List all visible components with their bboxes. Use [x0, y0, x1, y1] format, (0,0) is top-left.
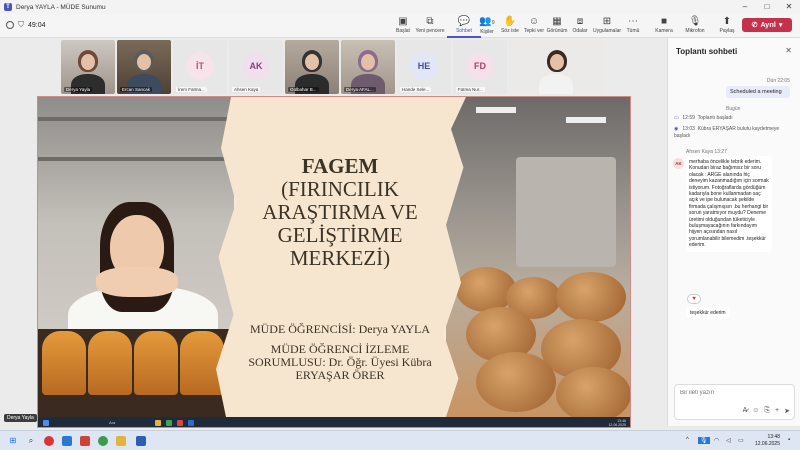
shield-icon: ⛉: [18, 20, 24, 29]
recording-icon: ◉: [674, 126, 679, 132]
edge-icon[interactable]: [62, 436, 72, 446]
attach-icon[interactable]: ⎘: [764, 407, 770, 415]
message-compose-box: A̷ ☺ ⎘ + ➤: [674, 384, 795, 420]
share-icon: ⬆: [722, 16, 732, 27]
chat-message: teşekkür ederim: [686, 307, 730, 319]
my-message: Scheduled a meeting: [726, 86, 790, 98]
phone-icon: ✆: [751, 22, 758, 29]
camera-icon: ■: [660, 16, 668, 27]
windows-taskbar: ⊞ ⌕ ^ 🎙 ◠ ◁ ▭ 13:48 12.06.2025 ▪: [0, 430, 800, 450]
chat-header: Toplantı sohbeti: [676, 47, 738, 56]
heart-reaction-icon[interactable]: ♥: [687, 294, 701, 304]
participant-tile[interactable]: HE Hande Sele...: [397, 40, 451, 94]
event-meeting-started: ▭ 12:59 Toplantı başladı: [674, 115, 733, 121]
participant-tile[interactable]: Gülbahar B...: [285, 40, 339, 94]
meeting-chat-panel: Toplantı sohbeti ✕ Dün 22:05 Scheduled a…: [667, 38, 800, 426]
participant-tile[interactable]: Derya Yayla: [61, 40, 115, 94]
avatar: AK: [242, 52, 270, 80]
participant-tile[interactable]: [509, 40, 605, 94]
participant-tile[interactable]: FD Fatma Nur...: [453, 40, 507, 94]
maximize-button[interactable]: □: [756, 0, 778, 14]
slide-photo-bakery: [446, 97, 630, 422]
close-icon[interactable]: ✕: [785, 46, 792, 55]
word-icon[interactable]: [136, 436, 146, 446]
wifi-icon[interactable]: ◠: [714, 437, 719, 444]
chevron-up-icon[interactable]: ^: [686, 437, 689, 443]
start-icon: [43, 419, 49, 426]
calendar-icon: ▭: [674, 115, 679, 121]
search-text: Ara: [109, 420, 116, 425]
event-recording-started: ◉ 13:03 Kübra ERYAŞAR bulutu kaydetmeye …: [674, 126, 780, 139]
teams-app-icon: T: [4, 3, 12, 11]
new-window-icon: ⧉: [426, 16, 434, 27]
more-icon: ⋯: [628, 16, 638, 27]
title-bar: T Derya YAYLA - MÜDE Sunumu – □ ✕: [0, 0, 800, 14]
shared-taskbar: Ara 13:46 12.06.2025: [38, 417, 630, 427]
battery-icon[interactable]: ▭: [738, 437, 744, 444]
meeting-timer: ⛉ 49:04: [6, 20, 46, 30]
window-title: Derya YAYLA - MÜDE Sunumu: [16, 3, 106, 11]
slide-responsible: MÜDE ÖĞRENCİ İZLEME SORUMLUSU: Dr. Öğr. …: [248, 342, 432, 382]
camera-button[interactable]: ■ Kamera: [647, 16, 681, 35]
participant-tile[interactable]: Derya AFAL...: [341, 40, 395, 94]
chrome-icon[interactable]: [98, 436, 108, 446]
presenter-name-badge: Derya Yayla: [4, 414, 37, 422]
leave-button[interactable]: ✆ Ayrıl ▾: [742, 18, 792, 32]
participant-tile[interactable]: İT İrem Fatma...: [173, 40, 227, 94]
mic-icon[interactable]: 🎙: [698, 437, 710, 444]
day-separator: Bugün: [726, 106, 741, 112]
file-explorer-icon[interactable]: [116, 436, 126, 446]
meeting-toolbar: ⛉ 49:04 ▣ Başlat ⧉ Yeni pencere 💬 Sohbet 👥9…: [0, 14, 800, 38]
share-button[interactable]: ⬆ Paylaş: [710, 16, 744, 35]
shared-screen: FAGEM (FIRINCILIK ARAŞTIRMA VE GELİŞTİRM…: [37, 96, 631, 428]
timer-text: 49:04: [28, 21, 46, 29]
message-meta: Dün 22:05: [766, 78, 790, 84]
app-icon[interactable]: [44, 436, 54, 446]
emoji-icon[interactable]: ☺: [752, 407, 759, 415]
message-input[interactable]: [675, 385, 785, 401]
windows-start-icon[interactable]: ⊞: [8, 436, 18, 446]
new-window-button[interactable]: ⧉ Yeni pencere: [413, 16, 447, 35]
clock[interactable]: 13:48 12.06.2025: [755, 434, 780, 448]
plus-icon[interactable]: +: [775, 407, 779, 415]
chat-message: merhaba öncelikle tebrik ederim. Konudan…: [686, 156, 772, 252]
sender-meta: Ahsen Kaya 13:27: [686, 149, 727, 155]
send-icon[interactable]: ➤: [784, 407, 790, 415]
avatar: FD: [466, 52, 494, 80]
slide-title: FAGEM (FIRINCILIK ARAŞTIRMA VE GELİŞTİRM…: [262, 154, 418, 270]
notification-icon[interactable]: ▪: [788, 437, 790, 443]
app-icon[interactable]: [80, 436, 90, 446]
avatar: HE: [410, 52, 438, 80]
chevron-down-icon: ▾: [778, 22, 783, 29]
avatar: İT: [186, 52, 214, 80]
avatar: AK: [673, 158, 684, 169]
recording-indicator-icon: [6, 21, 14, 29]
minimize-button[interactable]: –: [734, 0, 756, 14]
mic-icon: 🎙: [688, 16, 702, 27]
more-button[interactable]: ⋯ Tümü: [616, 16, 650, 35]
participant-tile[interactable]: Ercan Sancak: [117, 40, 171, 94]
slide-photo-baker: [38, 97, 234, 419]
participant-tile[interactable]: AK Ahsen Kaya: [229, 40, 283, 94]
slide-student: MÜDE ÖĞRENCİSİ: Derya YAYLA: [249, 322, 431, 336]
format-icon[interactable]: A̷: [743, 407, 748, 415]
mic-button[interactable]: 🎙 Mikrofon: [678, 16, 712, 35]
speaker-icon[interactable]: ◁: [726, 437, 731, 444]
close-button[interactable]: ✕: [778, 0, 800, 14]
search-icon[interactable]: ⌕: [26, 436, 36, 446]
participant-strip: Derya Yayla Ercan Sancak İT İrem Fatma..…: [61, 40, 605, 94]
